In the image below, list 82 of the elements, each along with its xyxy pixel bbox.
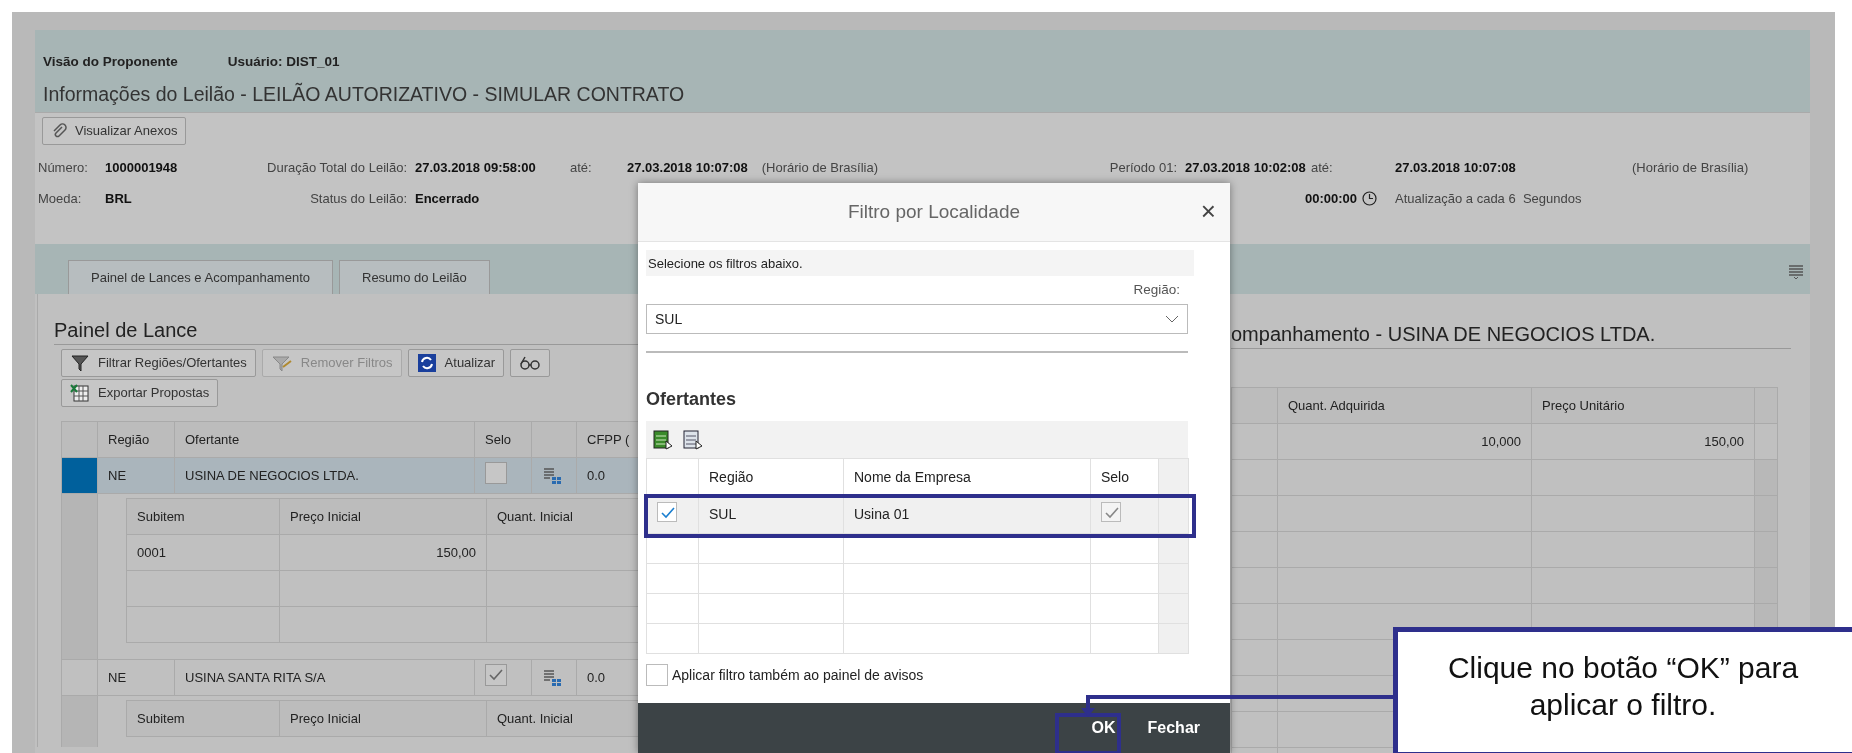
dialog-title: Filtro por Localidade (847, 199, 1021, 224)
column-header: Selo (1090, 458, 1159, 496)
checkmark-icon (1105, 507, 1119, 519)
field-label: Região: (1132, 281, 1180, 299)
field-value: 27.03.2018 09:58:00 (415, 159, 537, 177)
callout-text: Clique no botão “OK” para aplicar o filtro. (1393, 627, 1852, 753)
refresh-icon (416, 353, 437, 373)
table-cell: SUL (698, 495, 844, 534)
field-label: até: (1311, 159, 1334, 177)
toolbar-button[interactable]: Atualizar (407, 349, 505, 377)
column-header: Ofertante (174, 421, 475, 458)
column-header: Nome da Empresa (843, 458, 1091, 496)
checkmark-icon (661, 507, 675, 519)
column-header: Subitem (126, 498, 280, 535)
table-cell: 150,00 (279, 534, 487, 571)
chevron-down-icon (1165, 315, 1179, 324)
field-label: Moeda: (38, 189, 83, 208)
table-cell: NE (97, 457, 175, 494)
column-header: Região (97, 421, 175, 458)
column-header: Selo (474, 421, 532, 458)
table-cell: USINA SANTA RITA S/A (174, 659, 475, 696)
close-button[interactable]: × (1200, 197, 1216, 225)
clock-icon (1362, 190, 1377, 206)
funnel-icon (270, 353, 293, 373)
column-header: Região (698, 458, 844, 496)
table-cell: Usina 01 (843, 495, 1091, 534)
panel-title: ompanhamento - USINA DE NEGOCIOS LTDA. (1231, 322, 1791, 349)
highlight-frame (1055, 713, 1121, 753)
table-cell: USINA DE NEGOCIOS LTDA. (174, 457, 475, 494)
toolbar-button[interactable]: Filtrar Regiões/Ofertantes (61, 349, 256, 377)
instruction-text: Selecione os filtros abaixo. (646, 250, 1194, 276)
timer-value: 00:00:00 (1304, 189, 1357, 208)
apply-checkbox[interactable] (646, 664, 668, 687)
field-value: Encerrado (415, 189, 481, 208)
table-cell: 0001 (126, 534, 280, 571)
timezone-note: (Horário de Brasília) (1632, 159, 1750, 177)
tab[interactable]: Resumo do Leilão (339, 260, 490, 294)
field-label: Status do Leilão: (309, 189, 408, 208)
field-value: 27.03.2018 10:07:08 (627, 159, 748, 177)
view-label: Visão do Proponente (43, 52, 178, 71)
grid-icon (542, 667, 562, 688)
column-header: Preço Inicial (279, 700, 487, 737)
dialog-button[interactable]: Fechar (1141, 712, 1206, 744)
glasses-icon (519, 354, 542, 372)
column-header: Preço Unitário (1531, 387, 1755, 424)
spreadsheet-icon (70, 383, 90, 403)
table-cell: 150,00 (1531, 423, 1755, 460)
field-label: Número: (38, 159, 89, 177)
select-all-icon[interactable] (652, 428, 674, 451)
field-value: BRL (105, 189, 133, 208)
field-label: Duração Total do Leilão: (266, 159, 408, 177)
dialog-button[interactable]: OK (1085, 712, 1122, 744)
row-checkbox[interactable] (657, 502, 677, 523)
column-header: Subitem (126, 700, 280, 737)
field-label: Período 01: (1108, 159, 1178, 177)
timezone-note: (Horário de Brasília) (761, 159, 879, 177)
checkbox-label: Aplicar filtro também ao painel de avisos (672, 665, 924, 685)
menu-icon[interactable] (1788, 264, 1804, 280)
region-dropdown[interactable]: SUL (646, 304, 1188, 335)
glasses-button[interactable] (510, 349, 551, 377)
field-value: 1000001948 (105, 159, 179, 177)
toolbar-button[interactable]: Exportar Propostas (61, 379, 219, 407)
field-value: 27.03.2018 10:07:08 (1395, 159, 1517, 177)
table-cell: NE (97, 659, 175, 696)
table-cell: 10,000 (1277, 423, 1532, 460)
attachments-button[interactable]: Visualizar Anexos (42, 117, 187, 145)
field-label: até: (570, 159, 593, 177)
deselect-all-icon[interactable] (682, 428, 704, 451)
grid-icon (542, 465, 562, 486)
row-selector[interactable] (61, 457, 98, 494)
field-value: 27.03.2018 10:02:08 (1185, 159, 1307, 177)
user-label: Usuário: DIST_01 (227, 52, 340, 71)
refresh-note: Atualização a cada 6 Segundos (1395, 189, 1583, 208)
paperclip-icon (51, 123, 67, 139)
section-title: Ofertantes (646, 388, 738, 412)
page-title: Informações do Leilão - LEILÃO AUTORIZATIVO - SIMULAR CONTRATO (43, 81, 686, 107)
panel-title: Painel de Lance (54, 318, 639, 345)
tab[interactable]: Painel de Lances e Acompanhamento (68, 260, 333, 294)
funnel-icon (70, 353, 90, 373)
checkmark-icon (489, 669, 503, 681)
column-header: Preço Inicial (279, 498, 487, 535)
column-header: Quant. Adquirida (1277, 387, 1532, 424)
